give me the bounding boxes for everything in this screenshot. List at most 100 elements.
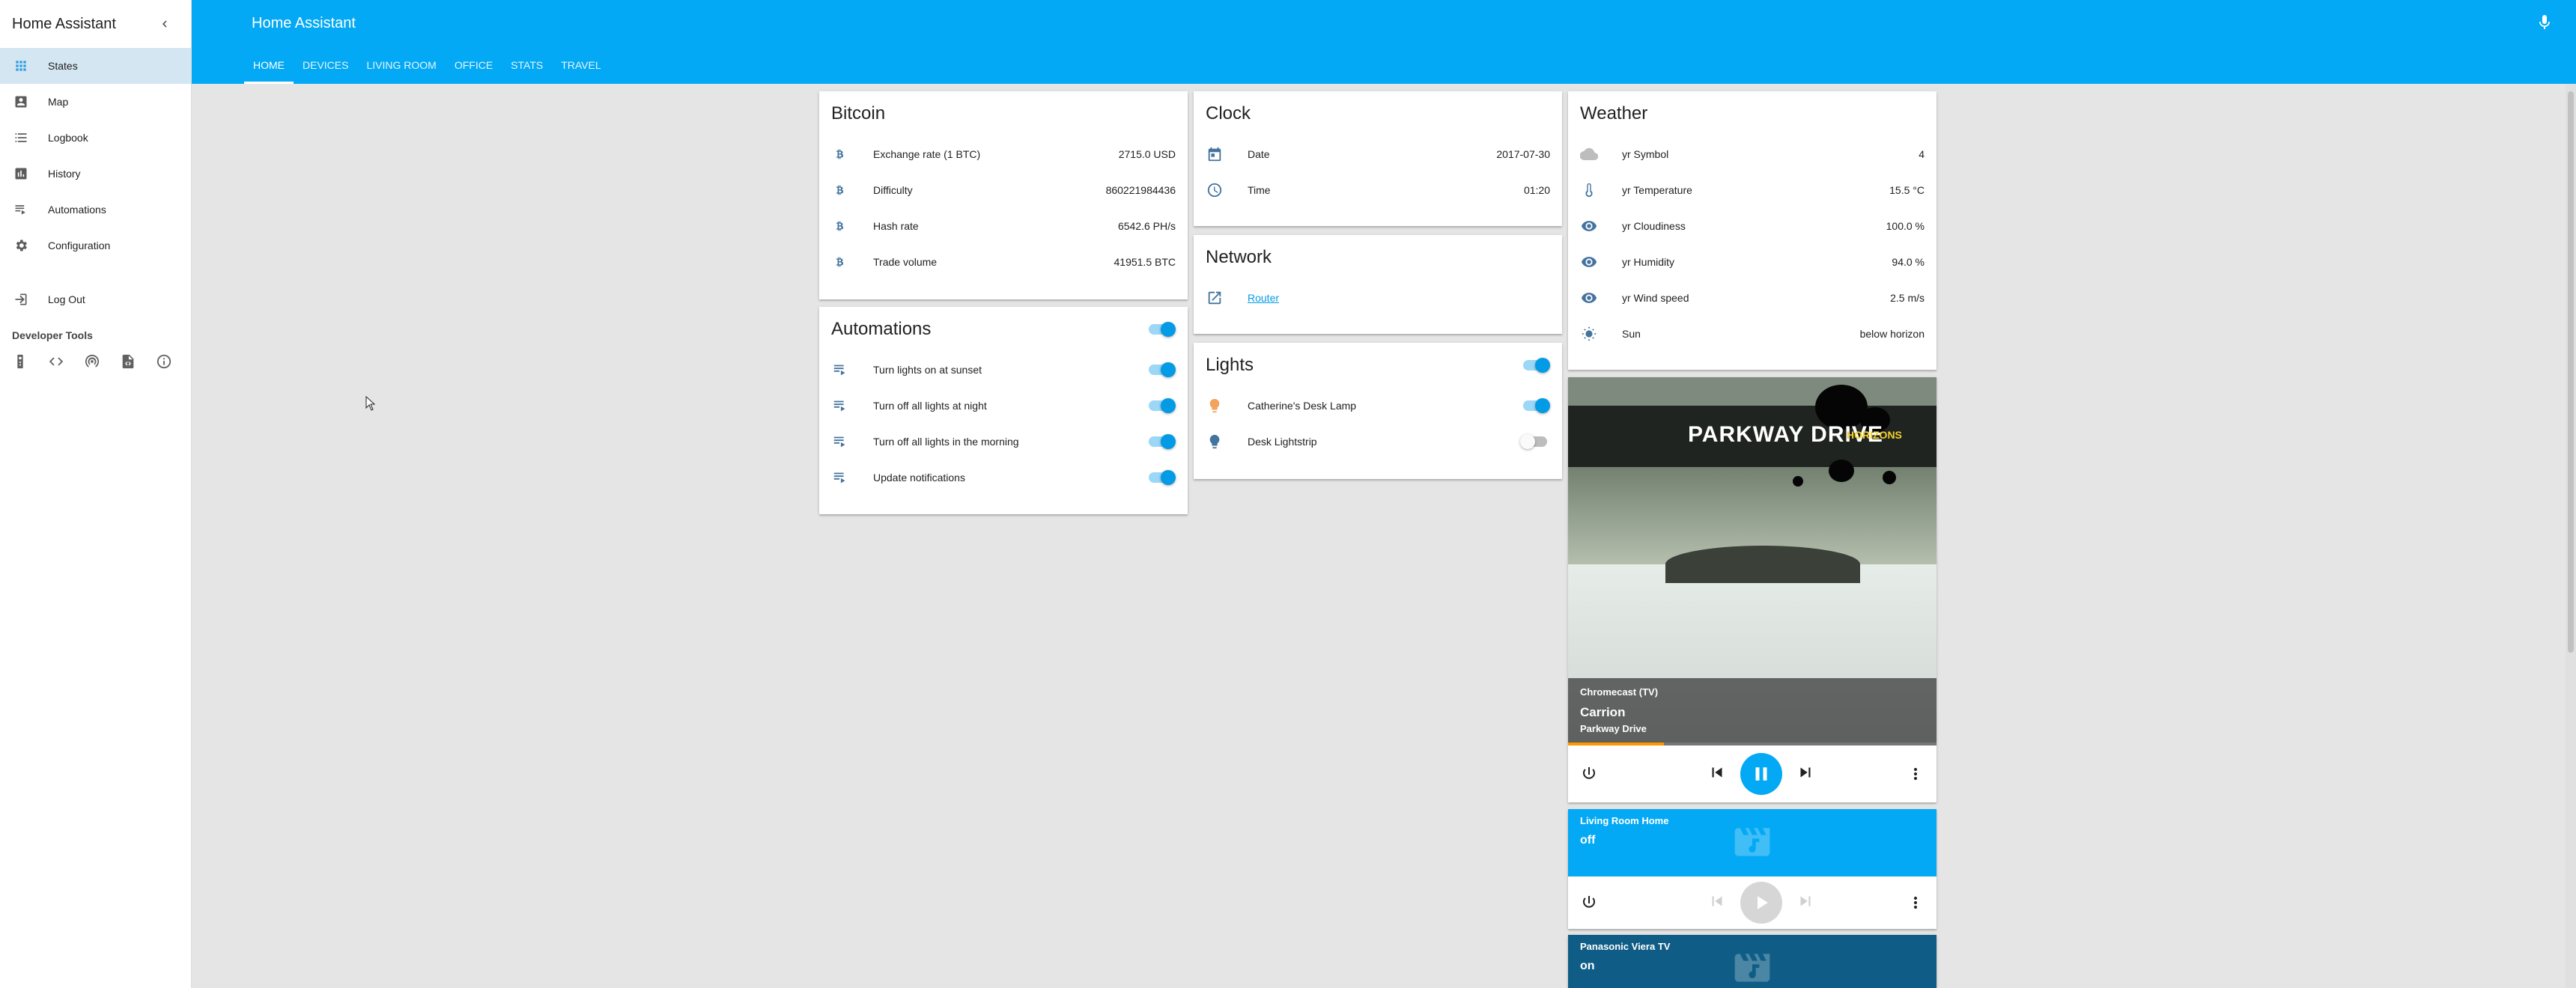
more-vertical-icon <box>1914 768 1917 780</box>
tab-travel[interactable]: TRAVEL <box>552 51 610 84</box>
media-track-title: Carrion <box>1580 705 1626 719</box>
sidebar: Home Assistant States Map Logbook Histor… <box>0 0 192 988</box>
automation-row[interactable]: Update notifications <box>819 460 1188 495</box>
sun-icon <box>1580 325 1598 343</box>
light-toggle[interactable] <box>1520 398 1550 413</box>
entity-row[interactable]: yr Temperature 15.5 °C <box>1568 172 1936 208</box>
entity-value: 01:20 <box>1523 184 1550 196</box>
view-tabs: HOME DEVICES LIVING ROOM OFFICE STATS TR… <box>244 51 610 84</box>
lightbulb-icon <box>1206 397 1224 415</box>
media-banner: Panasonic Viera TV on <box>1568 935 1936 988</box>
entity-row[interactable]: Date 2017-07-30 <box>1194 136 1562 172</box>
entity-row[interactable]: yr Cloudiness 100.0 % <box>1568 208 1936 244</box>
group-toggle[interactable] <box>1520 358 1550 373</box>
sidebar-item-label: Log Out <box>48 293 85 305</box>
sidebar-item-label: Map <box>48 96 69 108</box>
automation-row[interactable]: Turn off all lights at night <box>819 388 1188 424</box>
automation-name: Turn off all lights in the morning <box>873 436 1019 448</box>
entity-name: Hash rate <box>873 220 919 232</box>
next-track-button[interactable] <box>1796 763 1815 786</box>
sidebar-item-history[interactable]: History <box>0 156 191 192</box>
sidebar-item-logout[interactable]: Log Out <box>0 281 191 317</box>
tab-stats[interactable]: STATS <box>502 51 552 84</box>
light-toggle[interactable] <box>1520 434 1550 449</box>
automation-icon <box>12 201 30 219</box>
light-row[interactable]: Desk Lightstrip <box>1194 424 1562 460</box>
eye-icon <box>1580 289 1598 307</box>
entity-row[interactable]: yr Symbol 4 <box>1568 136 1936 172</box>
entity-name: yr Symbol <box>1622 148 1669 160</box>
tab-living-room[interactable]: LIVING ROOM <box>357 51 445 84</box>
previous-track-button[interactable] <box>1707 763 1727 786</box>
sidebar-item-states[interactable]: States <box>0 48 191 84</box>
more-options-button[interactable] <box>1907 894 1925 915</box>
mouse-cursor-icon <box>365 396 376 411</box>
automation-row[interactable]: Turn lights on at sunset <box>819 352 1188 388</box>
entity-row[interactable]: Sun below horizon <box>1568 316 1936 352</box>
voice-command-button[interactable] <box>2536 13 2554 33</box>
bitcoin-icon <box>831 217 849 235</box>
code-icon[interactable] <box>48 353 64 373</box>
tab-devices[interactable]: DEVICES <box>294 51 357 84</box>
card-title: Weather <box>1580 103 1648 124</box>
eye-icon <box>1580 253 1598 271</box>
microphone-icon <box>2539 15 2550 29</box>
remote-icon[interactable] <box>12 353 28 373</box>
automation-toggle[interactable] <box>1146 434 1176 449</box>
album-art-album-name: HORIZONS <box>1847 429 1902 441</box>
entity-name: Sun <box>1622 328 1641 340</box>
tab-office[interactable]: OFFICE <box>446 51 502 84</box>
power-button[interactable] <box>1580 894 1598 912</box>
automation-name: Turn lights on at sunset <box>873 364 982 376</box>
scrollbar-thumb[interactable] <box>2568 91 2574 653</box>
automation-icon <box>831 361 849 379</box>
broadcast-icon[interactable] <box>84 353 100 373</box>
media-controls <box>1568 876 1936 929</box>
exit-icon <box>12 290 30 308</box>
power-button[interactable] <box>1580 765 1598 783</box>
page-scrollbar[interactable] <box>2566 84 2576 988</box>
sidebar-item-logbook[interactable]: Logbook <box>0 120 191 156</box>
history-chart-icon <box>12 165 30 183</box>
entity-row[interactable]: Hash rate 6542.6 PH/s <box>819 208 1188 244</box>
card-title: Network <box>1206 247 1272 267</box>
app-header: Home Assistant HOME DEVICES LIVING ROOM … <box>192 0 2576 84</box>
play-button[interactable] <box>1740 882 1782 924</box>
entity-row[interactable]: yr Humidity 94.0 % <box>1568 244 1936 280</box>
sidebar-item-map[interactable]: Map <box>0 84 191 120</box>
media-controls <box>1568 745 1936 802</box>
chromecast-player-card: PARKWAY DRIVE HORIZONS Chromecast (TV) C… <box>1568 377 1936 802</box>
media-source-name: Chromecast (TV) <box>1580 686 1659 698</box>
collapse-sidebar-button[interactable] <box>154 13 176 35</box>
automation-toggle[interactable] <box>1146 398 1176 413</box>
info-icon[interactable] <box>156 353 172 373</box>
entity-row[interactable]: yr Wind speed 2.5 m/s <box>1568 280 1936 316</box>
cloud-icon <box>1580 145 1598 163</box>
entity-row[interactable]: Exchange rate (1 BTC) 2715.0 USD <box>819 136 1188 172</box>
entity-name: yr Wind speed <box>1622 292 1689 304</box>
router-link[interactable]: Router <box>1248 292 1550 304</box>
previous-track-button[interactable] <box>1707 891 1727 915</box>
skip-previous-icon <box>1712 896 1722 906</box>
entity-row[interactable]: Difficulty 860221984436 <box>819 172 1188 208</box>
pause-icon <box>1755 767 1767 781</box>
tab-home[interactable]: HOME <box>244 51 294 84</box>
automation-toggle[interactable] <box>1146 470 1176 485</box>
light-row[interactable]: Catherine's Desk Lamp <box>1194 388 1562 424</box>
entity-row[interactable]: Trade volume 41951.5 BTC <box>819 244 1188 280</box>
entity-row[interactable]: Time 01:20 <box>1194 172 1562 208</box>
play-pause-button[interactable] <box>1740 753 1782 795</box>
sidebar-item-label: History <box>48 168 81 180</box>
bitcoin-icon <box>831 253 849 271</box>
automation-toggle[interactable] <box>1146 362 1176 377</box>
weblink-row[interactable]: Router <box>1194 280 1562 316</box>
entity-name: Exchange rate (1 BTC) <box>873 148 981 160</box>
next-track-button[interactable] <box>1796 891 1815 915</box>
more-options-button[interactable] <box>1907 765 1925 787</box>
file-code-icon[interactable] <box>120 353 136 373</box>
sidebar-item-automations[interactable]: Automations <box>0 192 191 228</box>
automation-row[interactable]: Turn off all lights in the morning <box>819 424 1188 460</box>
group-toggle[interactable] <box>1146 322 1176 337</box>
automation-icon <box>831 469 849 487</box>
sidebar-item-configuration[interactable]: Configuration <box>0 228 191 263</box>
